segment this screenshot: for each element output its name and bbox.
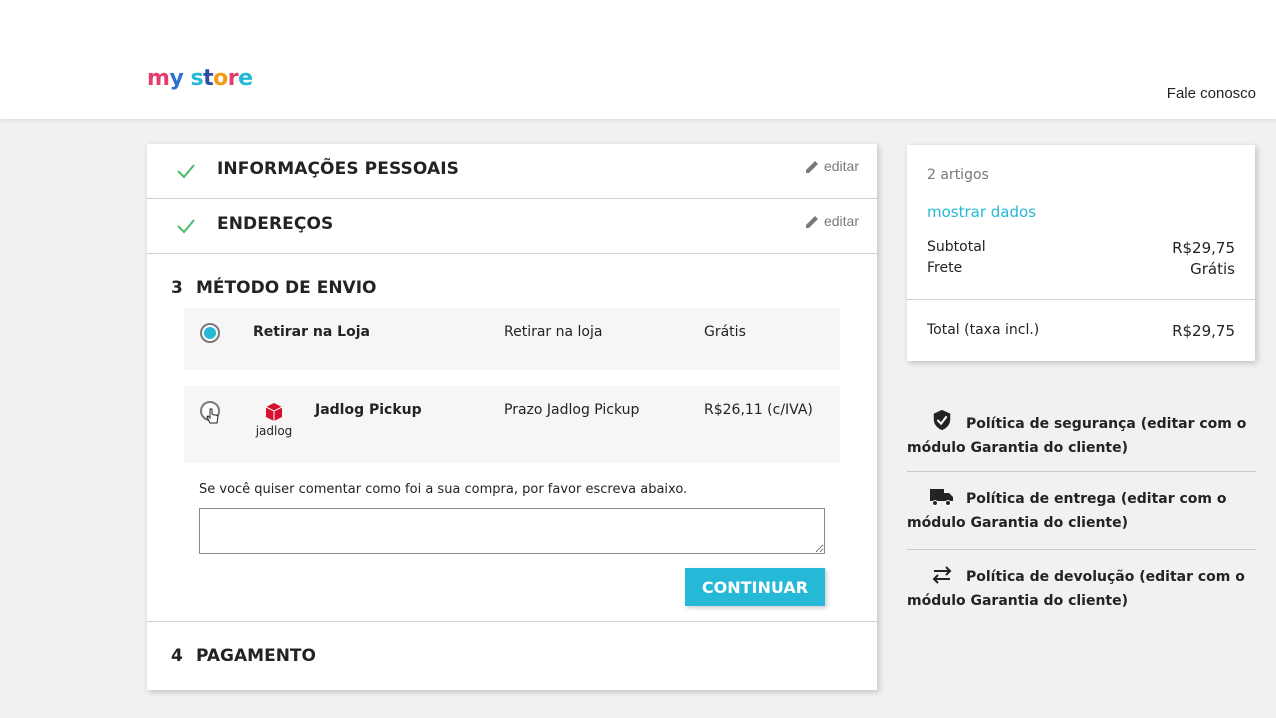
- pencil-icon: [805, 215, 818, 228]
- subtotal-line: Subtotal R$29,75: [927, 239, 1235, 257]
- edit-link[interactable]: editar: [805, 213, 859, 229]
- step-number: 3: [171, 278, 183, 298]
- check-icon: [177, 164, 195, 179]
- option-price: Grátis: [704, 324, 746, 340]
- cart-items-count: 2 artigos: [927, 167, 989, 183]
- show-details-link[interactable]: mostrar dados: [927, 203, 1036, 221]
- step-personal-info[interactable]: INFORMAÇÕES PESSOAIS editar: [147, 144, 877, 199]
- contact-link[interactable]: Fale conosco: [1167, 85, 1256, 102]
- pencil-icon: [805, 160, 818, 173]
- checkout-steps: INFORMAÇÕES PESSOAIS editar ENDEREÇOS ed…: [147, 144, 877, 690]
- step-number: 4: [171, 646, 183, 666]
- subtotal-label: Subtotal: [927, 239, 986, 255]
- reassurance-returns: Política de devolução (editar com o módu…: [907, 565, 1256, 628]
- reassurance-security: Política de segurança (editar com o módu…: [907, 409, 1256, 472]
- total-label: Total (taxa incl.): [927, 322, 1040, 338]
- store-logo[interactable]: my store: [147, 66, 253, 91]
- reassurance-text: Política de entrega (editar com o módulo…: [907, 491, 1227, 531]
- total-value: R$29,75: [1172, 322, 1235, 340]
- comment-textarea[interactable]: [199, 508, 825, 554]
- step-title: INFORMAÇÕES PESSOAIS: [217, 159, 460, 179]
- comment-label: Se você quiser comentar como foi a sua c…: [199, 482, 688, 497]
- divider: [907, 299, 1255, 300]
- shipping-value: Grátis: [1190, 260, 1235, 278]
- site-header: my store Fale conosco: [0, 0, 1276, 119]
- hand-cursor-icon: [206, 408, 219, 424]
- reassurance-text: Política de segurança (editar com o módu…: [907, 416, 1247, 456]
- option-delay: Retirar na loja: [504, 324, 603, 340]
- radio-button-selected[interactable]: [200, 323, 220, 343]
- step-title: 4 PAGAMENTO: [171, 646, 316, 666]
- option-name: Jadlog Pickup: [315, 402, 422, 418]
- option-delay: Prazo Jadlog Pickup: [504, 402, 640, 418]
- option-price: R$26,11 (c/IVA): [704, 402, 813, 418]
- continue-button[interactable]: CONTINUAR: [685, 568, 825, 606]
- shield-check-icon: [933, 409, 951, 431]
- subtotal-value: R$29,75: [1172, 239, 1235, 257]
- swap-arrows-icon: [932, 566, 952, 584]
- step-title: 3 MÉTODO DE ENVIO: [171, 278, 376, 298]
- edit-label: editar: [823, 158, 859, 174]
- delivery-option-store-pickup[interactable]: Retirar na Loja Retirar na loja Grátis: [184, 308, 840, 370]
- truck-icon: [930, 489, 953, 506]
- step-delivery: 3 MÉTODO DE ENVIO Retirar na Loja Retirar…: [147, 254, 877, 622]
- check-icon: [177, 219, 195, 234]
- jadlog-logo-text: jadlog: [255, 424, 293, 438]
- jadlog-box-icon: [265, 403, 283, 421]
- edit-link[interactable]: editar: [805, 158, 859, 174]
- reassurance-delivery: Política de entrega (editar com o módulo…: [907, 487, 1256, 550]
- jadlog-logo: jadlog: [252, 402, 296, 438]
- step-payment[interactable]: 4 PAGAMENTO: [147, 622, 877, 690]
- edit-label: editar: [823, 213, 859, 229]
- reassurance-text: Política de devolução (editar com o módu…: [907, 569, 1245, 609]
- shipping-line: Frete Grátis: [927, 260, 1235, 278]
- delivery-option-jadlog-pickup[interactable]: jadlog Jadlog Pickup Prazo Jadlog Pickup…: [184, 386, 840, 463]
- total-line: Total (taxa incl.) R$29,75: [927, 322, 1235, 340]
- step-title-text: MÉTODO DE ENVIO: [196, 278, 377, 298]
- step-title-text: PAGAMENTO: [196, 646, 316, 666]
- option-name: Retirar na Loja: [253, 324, 370, 340]
- shipping-label: Frete: [927, 260, 963, 276]
- step-title: ENDEREÇOS: [217, 214, 334, 234]
- cart-summary: 2 artigos mostrar dados Subtotal R$29,75…: [907, 145, 1255, 361]
- step-addresses[interactable]: ENDEREÇOS editar: [147, 199, 877, 254]
